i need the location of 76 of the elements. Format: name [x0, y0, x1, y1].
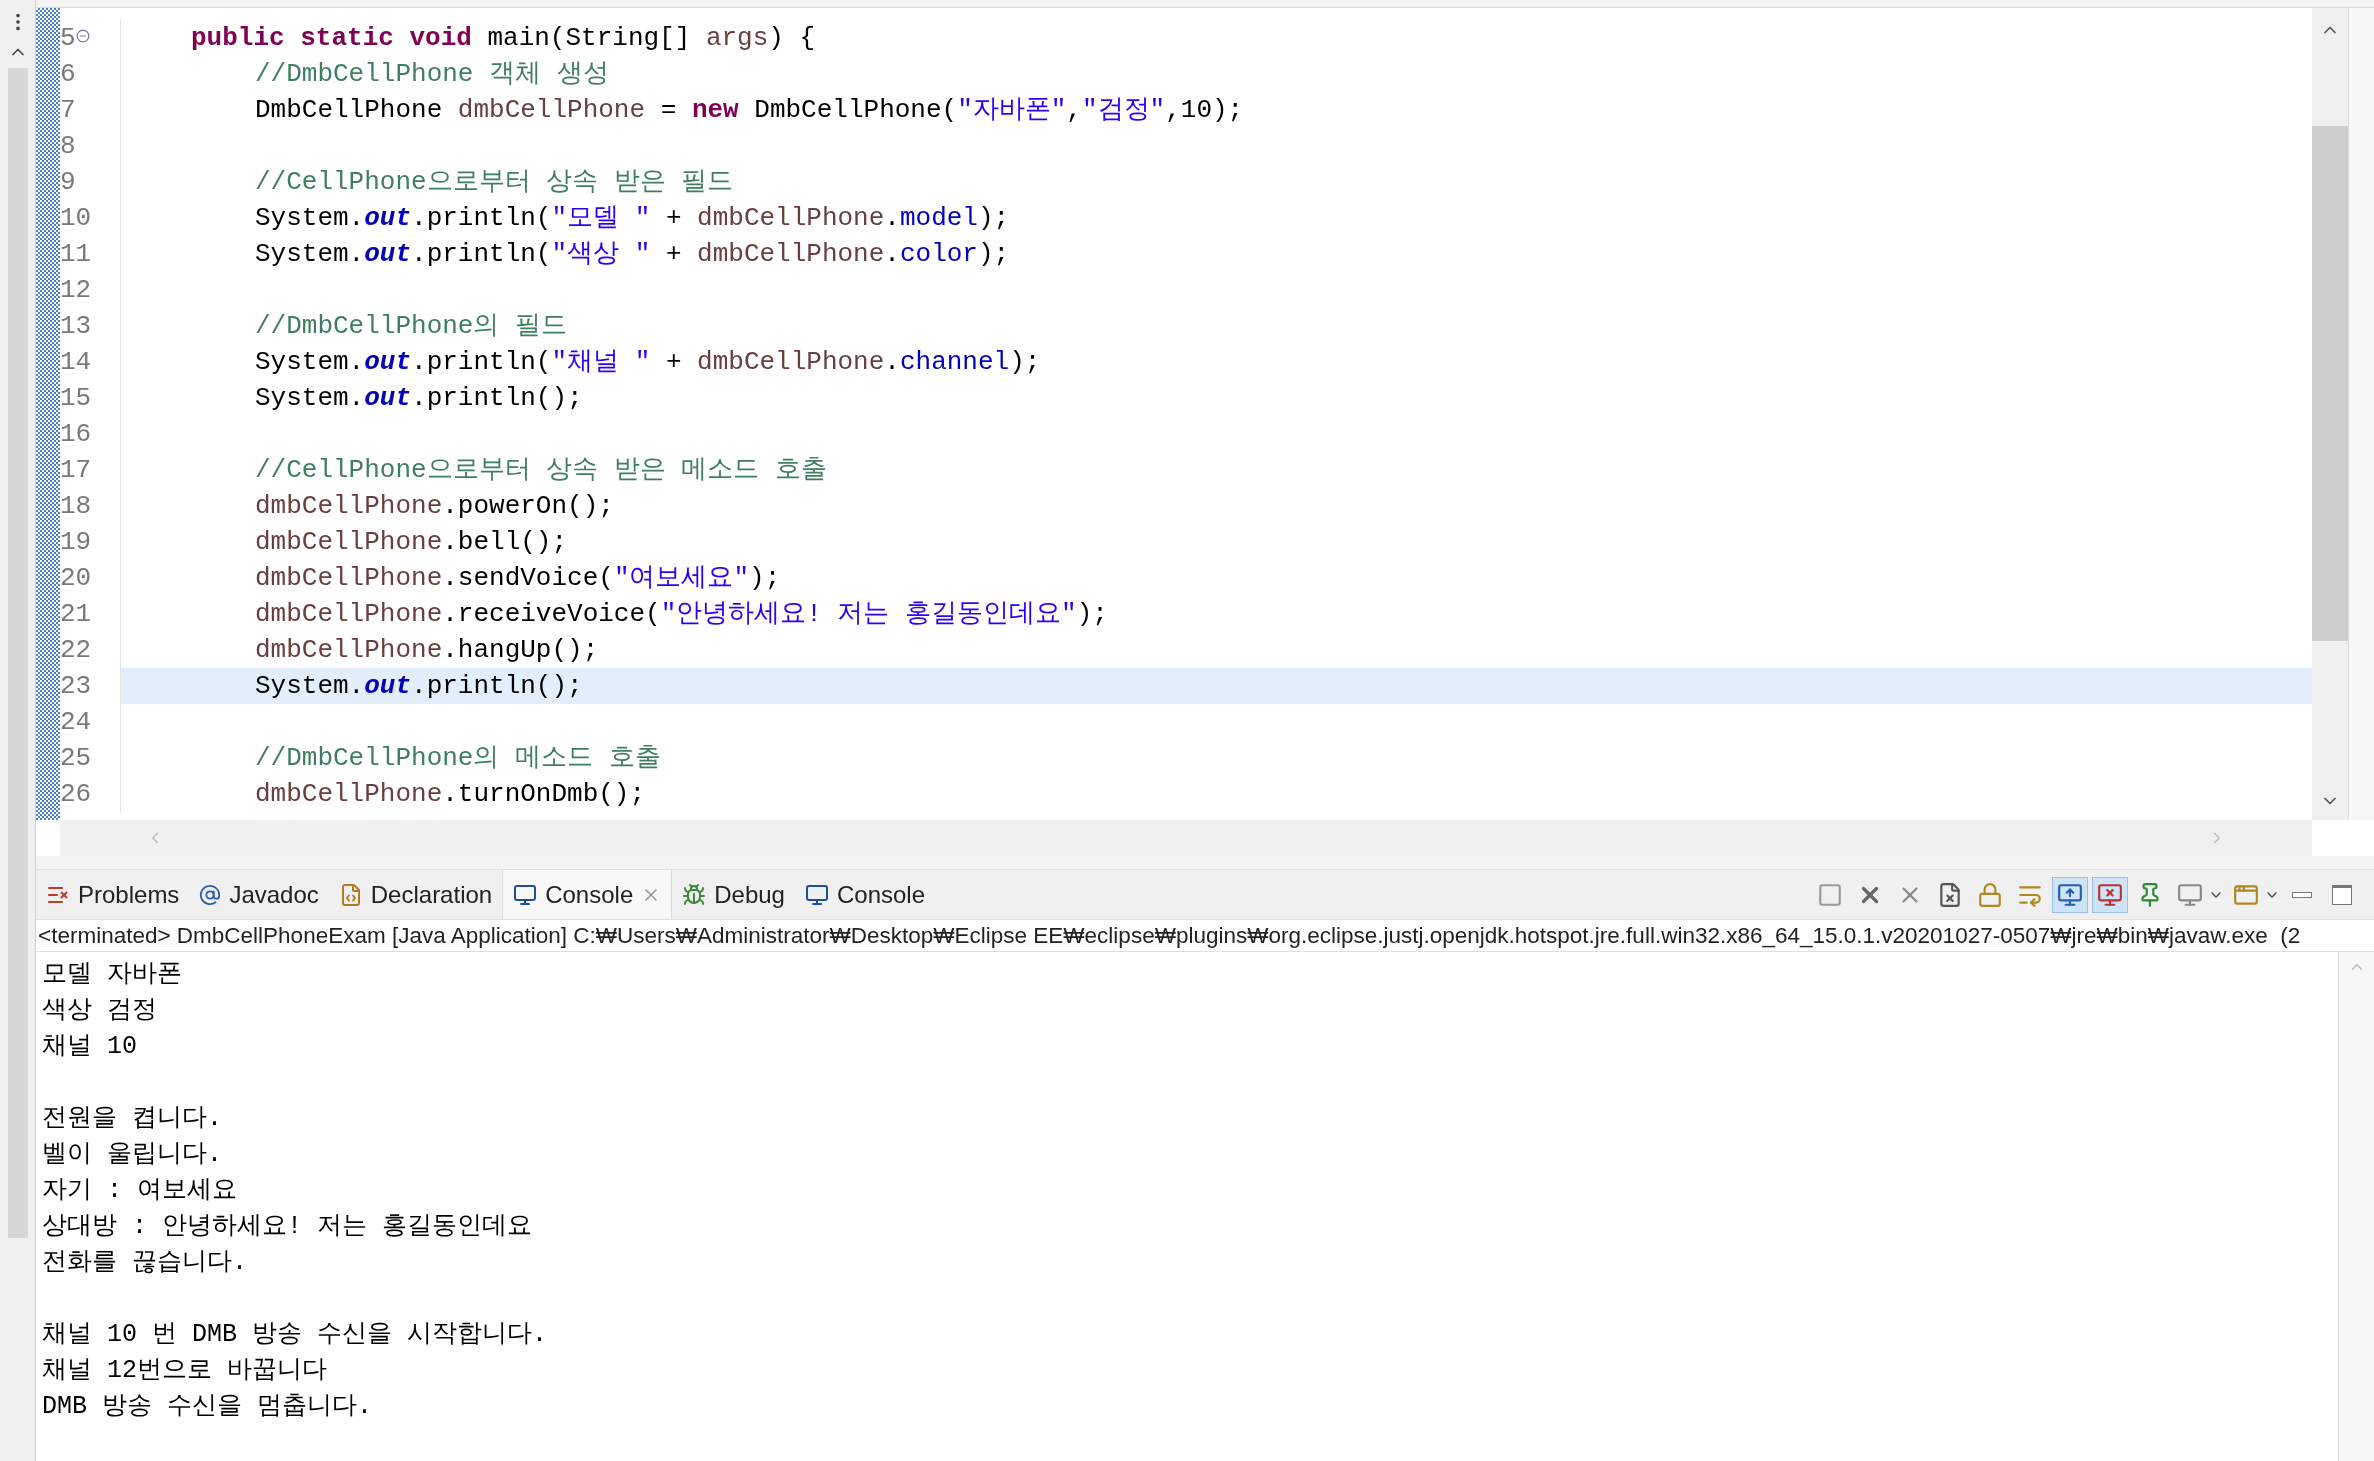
process-label: <terminated> DmbCellPhoneExam [Java Application] C:₩Users₩Administrator₩Desktop₩Eclipse EE₩eclipse₩plugins₩org.eclipse.justj.openjdk.hotspot.jre.full.win32.x86_64_15.0.1.v20201027-0507₩jre₩bin₩javaw.exe (2	[37, 921, 2301, 950]
monitor-icon	[804, 882, 829, 907]
monitor-icon	[513, 882, 538, 907]
console-scrollbar[interactable]	[2338, 952, 2374, 1461]
console-line: 모델 자바폰	[42, 961, 182, 987]
maximize-icon	[2332, 884, 2352, 905]
line-number: 6	[60, 61, 76, 87]
line-number: 8	[60, 133, 76, 159]
code-line: //CellPhone으로부터 상속 받은 메소드 호출	[255, 457, 828, 483]
scroll-thumb[interactable]	[2312, 126, 2348, 641]
line-number: 10	[60, 205, 92, 231]
fold-icon[interactable]	[75, 29, 90, 43]
stop-icon	[1817, 881, 1843, 908]
panel-tab[interactable]: Console	[794, 870, 936, 919]
line-number: 21	[60, 601, 92, 627]
line-number: 19	[60, 529, 92, 555]
code-line: System.out.println();	[255, 385, 583, 411]
monitor-icon	[2057, 881, 2083, 908]
code-line: System.out.println("색상 " + dmbCellPhone.color);	[255, 241, 1010, 267]
console-line: 색상 검정	[42, 997, 157, 1023]
console-line: 전원을 켭니다.	[42, 1105, 222, 1131]
console-line: 자기 : 여보세요	[42, 1177, 237, 1203]
line-number: 11	[60, 241, 92, 267]
vertical-scrollbar[interactable]	[2312, 8, 2348, 820]
line-number: 12	[60, 277, 92, 303]
console-line: 상대방 : 안녕하세요! 저는 홍길동인데요	[42, 1213, 532, 1239]
console-line: 채널 12번으로 바꿉니다	[42, 1357, 327, 1383]
line-number: 5	[60, 25, 76, 51]
panel-tab[interactable]: Console	[502, 870, 673, 919]
code-line: dmbCellPhone.powerOn();	[255, 493, 614, 519]
line-number: 9	[60, 169, 76, 195]
code-line: dmbCellPhone.receiveVoice("안녕하세요! 저는 홍길동인데요");	[255, 601, 1108, 627]
panel-tab[interactable]: Javadoc	[189, 870, 329, 919]
line-number: 20	[60, 565, 92, 591]
console-line: 채널 10	[42, 1033, 137, 1059]
code-line: //DmbCellPhone의 메소드 호출	[255, 745, 661, 771]
at-sign-icon	[199, 883, 222, 906]
console-line: DMB 방송 수신을 멈춥니다.	[42, 1393, 373, 1419]
code-line: public static void main(String[] args) {	[191, 25, 816, 51]
bug-icon	[682, 882, 707, 907]
minimize-icon	[2292, 891, 2312, 898]
toolbar-button[interactable]	[2052, 876, 2088, 913]
code-line: //DmbCellPhone의 필드	[255, 313, 568, 339]
code-line: dmbCellPhone.turnOnDmb();	[255, 781, 646, 807]
console-line: 벨이 울립니다.	[42, 1141, 222, 1167]
lock-icon	[1977, 881, 2003, 908]
code-line: dmbCellPhone.hangUp();	[255, 637, 599, 663]
line-number: 26	[60, 781, 92, 807]
code-line: //CellPhone으로부터 상속 받은 필드	[255, 169, 734, 195]
line-number: 22	[60, 637, 92, 663]
code-line: System.out.println();	[255, 673, 583, 699]
code-line: dmbCellPhone.bell();	[255, 529, 568, 555]
panel-tab[interactable]: Declaration	[328, 870, 503, 919]
code-line: dmbCellPhone.sendVoice("여보세요");	[255, 565, 781, 591]
line-number: 17	[60, 457, 92, 483]
line-number: 18	[60, 493, 92, 519]
panel-tab[interactable]: Problems	[36, 870, 190, 919]
line-number: 14	[60, 349, 92, 375]
console-line: 전화를 끊습니다.	[42, 1249, 247, 1275]
line-number: 16	[60, 421, 92, 447]
toolbar-button[interactable]	[2092, 876, 2128, 913]
monitor-x-icon	[2097, 881, 2123, 908]
code-line: System.out.println("채널 " + dmbCellPhone.channel);	[255, 349, 1041, 375]
line-number: 24	[60, 709, 92, 735]
file-x-icon	[1937, 881, 1963, 908]
code-line: //DmbCellPhone 객체 생성	[255, 61, 609, 87]
line-number: 7	[60, 97, 76, 123]
panel-tab[interactable]: Debug	[672, 870, 795, 919]
code-line: DmbCellPhone dmbCellPhone = new DmbCellPhone("자바폰","검정",10);	[255, 97, 1244, 123]
monitor-icon	[2177, 881, 2203, 908]
console-line: 채널 10 번 DMB 방송 수신을 시작합니다.	[42, 1321, 548, 1347]
code-line: System.out.println("모델 " + dmbCellPhone.model);	[255, 205, 1010, 231]
line-number: 13	[60, 313, 92, 339]
line-number: 25	[60, 745, 92, 771]
line-number: 23	[60, 673, 92, 699]
line-number: 15	[60, 385, 92, 411]
